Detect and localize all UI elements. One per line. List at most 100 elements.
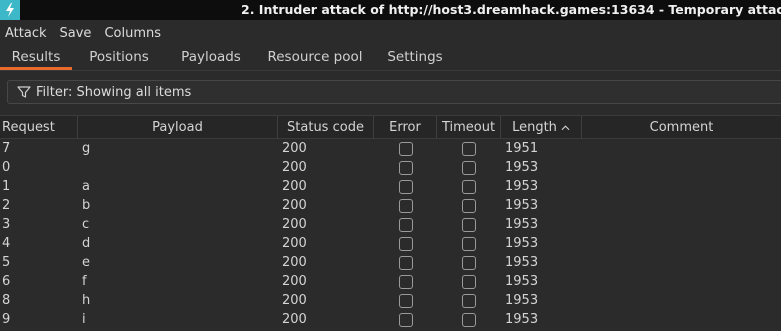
column-header-length-label: Length <box>512 119 557 135</box>
tab-results[interactable]: Results <box>0 46 72 70</box>
cell-length: 1953 <box>505 255 539 270</box>
timeout-cell <box>437 196 501 215</box>
column-header-status-code[interactable]: Status code <box>278 116 374 138</box>
timeout-cell <box>437 215 501 234</box>
error-checkbox[interactable] <box>398 217 413 232</box>
cell-payload: f <box>82 274 87 289</box>
cell-length: 1953 <box>505 160 539 175</box>
table-row[interactable]: 0 200 1953 <box>0 158 781 177</box>
cell-payload <box>78 158 278 177</box>
error-cell <box>374 139 437 158</box>
error-cell <box>374 234 437 253</box>
tab-bar: Results Positions Payloads Resource pool… <box>0 46 781 71</box>
menu-bar: Attack Save Columns <box>0 22 781 44</box>
error-checkbox[interactable] <box>398 236 413 251</box>
window-titlebar: 2. Intruder attack of http://host3.dream… <box>0 0 781 20</box>
cell-request: 6 <box>2 274 11 289</box>
error-checkbox[interactable] <box>398 179 413 194</box>
column-header-length[interactable]: Length <box>501 116 582 138</box>
timeout-checkbox[interactable] <box>462 179 476 194</box>
cell-comment <box>582 234 781 253</box>
timeout-cell <box>437 158 501 177</box>
cell-request: 7 <box>2 141 11 156</box>
cell-payload: b <box>82 198 91 213</box>
error-checkbox[interactable] <box>398 274 413 289</box>
error-checkbox[interactable] <box>398 255 413 270</box>
table-row[interactable]: 9 i 200 1953 <box>0 310 781 329</box>
tab-payloads[interactable]: Payloads <box>166 46 256 70</box>
timeout-checkbox[interactable] <box>462 217 476 232</box>
cell-request: 2 <box>2 198 11 213</box>
timeout-checkbox[interactable] <box>462 293 476 308</box>
error-cell <box>374 177 437 196</box>
table-row[interactable]: 8 h 200 1953 <box>0 291 781 310</box>
timeout-cell <box>437 272 501 291</box>
column-header-timeout[interactable]: Timeout <box>437 116 501 138</box>
table-row[interactable]: 2 b 200 1953 <box>0 196 781 215</box>
cell-comment <box>582 291 781 310</box>
table-row[interactable]: 7 g 200 1951 <box>0 139 781 158</box>
cell-length: 1951 <box>505 141 539 156</box>
error-cell <box>374 215 437 234</box>
menu-save[interactable]: Save <box>55 26 97 41</box>
cell-request: 0 <box>2 160 11 175</box>
tab-positions[interactable]: Positions <box>72 46 166 70</box>
menu-columns[interactable]: Columns <box>99 26 166 41</box>
error-cell <box>374 272 437 291</box>
cell-request: 1 <box>2 179 11 194</box>
column-header-comment[interactable]: Comment <box>582 116 781 138</box>
timeout-checkbox[interactable] <box>462 236 476 251</box>
timeout-cell <box>437 139 501 158</box>
cell-status-code: 200 <box>282 198 307 213</box>
timeout-checkbox[interactable] <box>462 160 476 175</box>
timeout-checkbox[interactable] <box>462 312 476 327</box>
table-row[interactable]: 5 e 200 1953 <box>0 253 781 272</box>
cell-status-code: 200 <box>282 217 307 232</box>
cell-comment <box>582 253 781 272</box>
cell-request: 4 <box>2 236 11 251</box>
table-row[interactable]: 6 f 200 1953 <box>0 272 781 291</box>
timeout-checkbox[interactable] <box>462 141 476 156</box>
table-header: Request Payload Status code Error Timeou… <box>0 115 781 139</box>
table-row[interactable]: 1 a 200 1953 <box>0 177 781 196</box>
column-header-request[interactable]: Request <box>0 116 78 138</box>
cell-comment <box>582 158 781 177</box>
tab-settings[interactable]: Settings <box>374 46 456 70</box>
cell-comment <box>582 196 781 215</box>
timeout-cell <box>437 177 501 196</box>
error-checkbox[interactable] <box>398 312 413 327</box>
error-cell <box>374 291 437 310</box>
cell-status-code: 200 <box>282 160 307 175</box>
cell-status-code: 200 <box>282 255 307 270</box>
window-title: 2. Intruder attack of http://host3.dream… <box>241 2 781 17</box>
timeout-checkbox[interactable] <box>462 198 476 213</box>
error-cell <box>374 310 437 329</box>
filter-label: Filter: Showing all items <box>36 84 192 100</box>
column-header-error[interactable]: Error <box>374 116 437 138</box>
error-cell <box>374 253 437 272</box>
timeout-cell <box>437 310 501 329</box>
cell-payload: c <box>82 217 90 232</box>
error-checkbox[interactable] <box>398 198 413 213</box>
menu-attack[interactable]: Attack <box>0 26 52 41</box>
cell-length: 1953 <box>505 236 539 251</box>
cell-status-code: 200 <box>282 312 307 327</box>
timeout-cell <box>437 253 501 272</box>
table-row[interactable]: 3 c 200 1953 <box>0 215 781 234</box>
cell-payload: d <box>82 236 91 251</box>
table-row[interactable]: 4 d 200 1953 <box>0 234 781 253</box>
error-checkbox[interactable] <box>398 293 413 308</box>
cell-payload: h <box>82 293 91 308</box>
timeout-checkbox[interactable] <box>462 255 476 270</box>
table-body: 7 g 200 1951 0 200 1953 1 a 200 1953 2 b 200 1953 3 c 200… <box>0 139 781 329</box>
column-header-payload[interactable]: Payload <box>78 116 278 138</box>
filter-bar[interactable]: Filter: Showing all items <box>7 80 781 104</box>
timeout-checkbox[interactable] <box>462 274 476 289</box>
tab-resource-pool[interactable]: Resource pool <box>256 46 374 70</box>
cell-comment <box>582 139 781 158</box>
error-checkbox[interactable] <box>398 141 413 156</box>
error-checkbox[interactable] <box>398 160 413 175</box>
timeout-cell <box>437 234 501 253</box>
timeout-cell <box>437 291 501 310</box>
cell-length: 1953 <box>505 274 539 289</box>
